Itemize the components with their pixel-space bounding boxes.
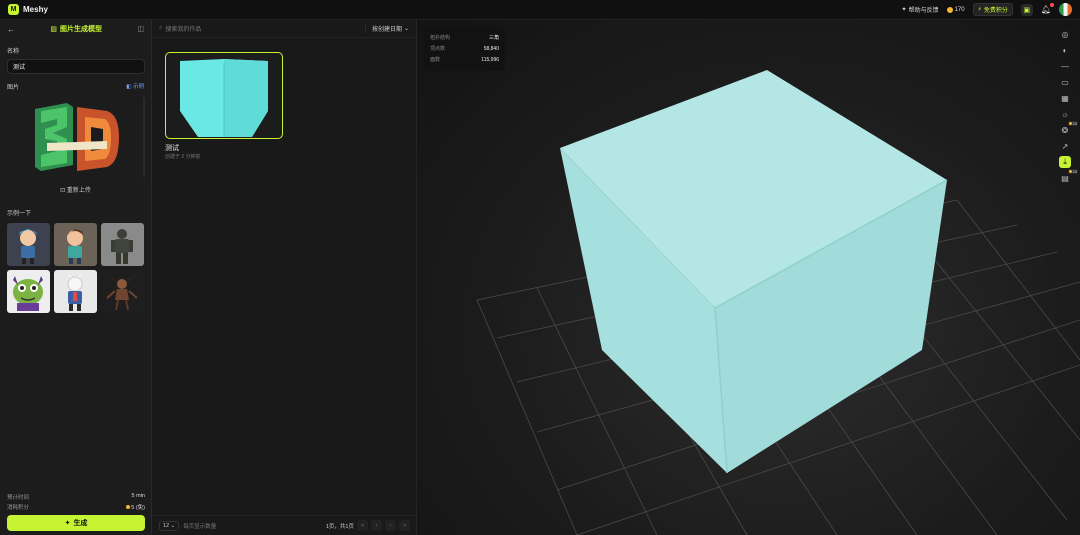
upgrade-button[interactable]: ⚡ 免费积分 bbox=[972, 3, 1013, 16]
search-icon: ⌕ bbox=[159, 25, 163, 31]
samples-label: 示例一下 bbox=[7, 211, 32, 217]
image-label: 图片 bbox=[7, 85, 20, 91]
image-icon: ▨ bbox=[50, 26, 57, 33]
sparkle-icon: ✦ bbox=[901, 7, 907, 13]
texture-cost-badge: 20 bbox=[1067, 169, 1078, 174]
cube-model bbox=[560, 70, 948, 474]
chevron-down-icon: ⌄ bbox=[403, 26, 409, 32]
search-input[interactable]: ⌕ 搜索我的作品 bbox=[159, 24, 201, 33]
next-page-icon[interactable]: › bbox=[385, 520, 396, 531]
stat-row: 顶点数 58,840 bbox=[430, 45, 499, 53]
cost-label: 消耗积分 bbox=[7, 505, 30, 511]
app-name: Meshy bbox=[23, 5, 48, 14]
viewer-toolbar: ◎ ◐ — ▭ ▦ ☼ ❂ 20 ↗ ⤓ ▤ 20 bbox=[1058, 28, 1078, 184]
last-page-icon[interactable]: » bbox=[399, 520, 410, 531]
pager: 1页，共1页 « ‹ › » bbox=[326, 520, 410, 531]
uploaded-image-preview bbox=[7, 97, 145, 177]
sample-character-5[interactable] bbox=[54, 270, 97, 313]
mesh-stats-panel: 拓扑结构 三角 顶点数 58,840 面数 115,996 bbox=[424, 27, 505, 71]
cost-value: 5 (免) bbox=[125, 503, 145, 511]
generate-button[interactable]: ✦ 生成 bbox=[7, 515, 145, 531]
left-panel-header: ← ▨ 图片生成模型 ◫ bbox=[0, 20, 151, 38]
left-panel: ← ▨ 图片生成模型 ◫ 名称 图片 ◧ 示例 ⊡ 重新上传 示例一下 bbox=[0, 20, 152, 535]
lightning-icon: ⚡ bbox=[977, 7, 982, 13]
time-value: 5 min bbox=[131, 493, 145, 499]
asset-card[interactable] bbox=[165, 52, 283, 139]
name-field[interactable] bbox=[7, 59, 145, 74]
asset-thumbnail bbox=[180, 59, 268, 137]
sample-character-3[interactable] bbox=[101, 223, 144, 266]
logo[interactable]: M Meshy bbox=[8, 4, 48, 15]
sample-character-1[interactable] bbox=[7, 223, 50, 266]
asset-list-panel: ⌕ 搜索我的作品 按创建日期 ⌄ 测试 创建于 2 分钟前 12 ⌄ 每页显示数… bbox=[152, 20, 417, 535]
panel-title[interactable]: ▨ 图片生成模型 bbox=[50, 24, 102, 34]
viewport-canvas bbox=[476, 70, 1080, 535]
3d-viewer[interactable]: 拓扑结构 三角 顶点数 58,840 面数 115,996 ◎ ◐ — ▭ ▦ ☼ ❂… bbox=[417, 20, 1080, 535]
sample-character-6[interactable] bbox=[101, 270, 144, 313]
time-label: 预计时间 bbox=[7, 495, 30, 501]
remesh-cost-badge: 20 bbox=[1067, 121, 1078, 126]
shaded-mode-icon[interactable]: ◎ bbox=[1059, 28, 1071, 40]
logo-icon: M bbox=[8, 4, 19, 15]
sort-dropdown[interactable]: 按创建日期 ⌄ bbox=[364, 24, 409, 33]
example-link[interactable]: ◧ 示例 bbox=[126, 82, 144, 91]
pagination-bar: 12 ⌄ 每页显示数量 1页，共1页 « ‹ › » bbox=[152, 515, 417, 535]
coin-icon bbox=[946, 6, 953, 13]
stat-row: 拓扑结构 三角 bbox=[430, 35, 499, 41]
left-panel-footer: 预计时间 5 min 消耗积分 5 (免) ✦ 生成 bbox=[0, 493, 152, 531]
divider: — bbox=[1061, 61, 1069, 71]
credits-display[interactable]: 170 bbox=[946, 6, 965, 13]
name-label: 名称 bbox=[7, 49, 20, 55]
sample-grid bbox=[0, 223, 151, 313]
upload-icon: ⊡ bbox=[60, 188, 66, 194]
remesh-icon[interactable]: ❂ 20 bbox=[1059, 121, 1078, 136]
notification-dot bbox=[1050, 3, 1054, 7]
gift-icon[interactable]: ▣ bbox=[1020, 3, 1033, 16]
prev-page-icon[interactable]: ‹ bbox=[371, 520, 382, 531]
page-info: 1页，共1页 bbox=[325, 523, 354, 530]
page-size-select[interactable]: 12 ⌄ bbox=[159, 520, 180, 531]
sample-character-4[interactable] bbox=[7, 270, 50, 313]
stat-row: 面数 115,996 bbox=[430, 56, 499, 64]
share-icon[interactable]: ↗ bbox=[1059, 140, 1071, 152]
asset-list-header: ⌕ 搜索我的作品 按创建日期 ⌄ bbox=[152, 20, 416, 38]
asset-title: 测试 bbox=[165, 145, 179, 152]
3d-logo-image bbox=[35, 103, 119, 171]
bell-icon[interactable]: 🔔︎ bbox=[1041, 3, 1054, 14]
top-bar: M Meshy ✦ 帮助与反馈 170 ⚡ 免费积分 ▣ 🔔︎ bbox=[0, 0, 1080, 20]
edit-texture-icon[interactable]: ▤ 20 bbox=[1059, 169, 1078, 184]
texture-icon[interactable]: ▦ bbox=[1059, 92, 1071, 104]
first-page-icon[interactable]: « bbox=[357, 520, 368, 531]
sparkle-icon: ✦ bbox=[64, 520, 71, 527]
avatar[interactable] bbox=[1059, 3, 1072, 16]
preview-scrollbar[interactable] bbox=[143, 97, 145, 177]
sample-character-2[interactable] bbox=[54, 223, 97, 266]
asset-subtitle: 创建于 2 分钟前 bbox=[165, 154, 201, 160]
help-feedback-link[interactable]: ✦ 帮助与反馈 bbox=[902, 5, 939, 14]
back-arrow-icon[interactable]: ← bbox=[7, 25, 15, 34]
coin-icon bbox=[125, 505, 130, 509]
material-mode-icon[interactable]: ◐ bbox=[1059, 44, 1071, 56]
download-icon[interactable]: ⤓ bbox=[1059, 156, 1071, 168]
monitor-icon[interactable]: ▭ bbox=[1059, 76, 1071, 88]
reupload-button[interactable]: ⊡ 重新上传 bbox=[0, 185, 151, 194]
collapse-panel-icon[interactable]: ◫ bbox=[137, 25, 144, 33]
light-icon[interactable]: ☼ bbox=[1059, 108, 1071, 120]
per-page-label: 每页显示数量 bbox=[183, 523, 217, 530]
